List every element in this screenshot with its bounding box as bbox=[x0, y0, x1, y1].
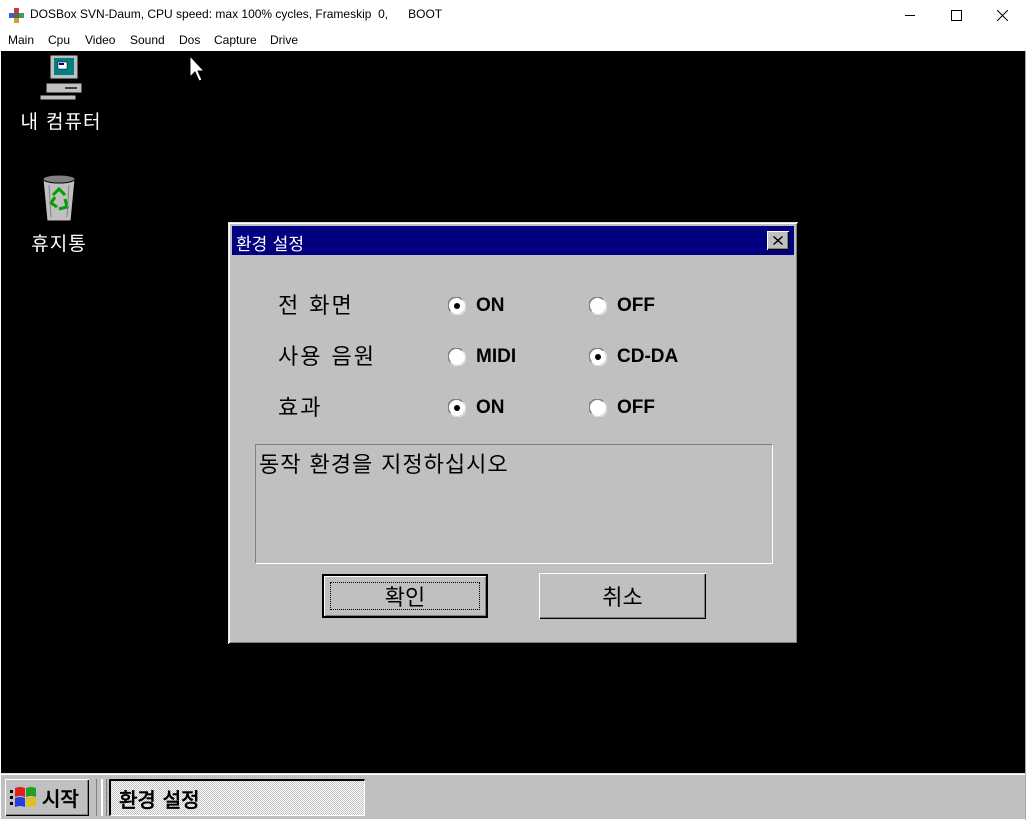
menu-capture[interactable]: Capture bbox=[214, 33, 257, 47]
radio-label: OFF bbox=[617, 295, 655, 316]
close-icon bbox=[773, 236, 783, 245]
radio-unchecked-icon bbox=[448, 348, 466, 366]
radio-label: ON bbox=[476, 397, 505, 418]
radio-checked-icon bbox=[448, 297, 466, 315]
recycle-bin-icon bbox=[42, 174, 76, 222]
settings-dialog: 환경 설정 전 화면 ON OFF 사용 음원 MIDI CD-DA 효과 ON… bbox=[228, 222, 798, 644]
message-box: 동작 환경을 지정하십시오 bbox=[255, 444, 773, 564]
fullscreen-off-radio[interactable]: OFF bbox=[589, 295, 655, 317]
radio-label: ON bbox=[476, 295, 505, 316]
sound-cdda-radio[interactable]: CD-DA bbox=[589, 346, 678, 368]
minimize-button[interactable] bbox=[887, 0, 933, 31]
taskbar: 시작 환경 설정 bbox=[1, 773, 1025, 819]
effects-label: 효과 bbox=[278, 396, 323, 421]
fullscreen-on-radio[interactable]: ON bbox=[448, 295, 505, 317]
radio-checked-icon bbox=[448, 399, 466, 417]
effects-off-radio[interactable]: OFF bbox=[589, 397, 655, 419]
task-button-label: 환경 설정 bbox=[119, 787, 200, 812]
minimize-icon bbox=[904, 15, 915, 16]
desktop-icon-label: 내 컴퓨터 bbox=[20, 111, 102, 133]
taskbar-divider bbox=[102, 779, 107, 816]
fullscreen-label: 전 화면 bbox=[278, 294, 354, 319]
mouse-cursor-icon bbox=[189, 55, 205, 82]
my-computer-icon bbox=[39, 54, 83, 101]
menu-drive[interactable]: Drive bbox=[270, 33, 298, 47]
radio-unchecked-icon bbox=[589, 297, 607, 315]
focus-rectangle bbox=[330, 582, 480, 610]
maximize-icon bbox=[950, 10, 962, 21]
emulator-screen[interactable]: 내 컴퓨터 휴지통 환경 설정 전 화면 ON OFF 사용 음원 MIDI C… bbox=[1, 51, 1025, 819]
task-button-settings[interactable]: 환경 설정 bbox=[109, 779, 365, 816]
desktop-icon-label: 휴지통 bbox=[31, 233, 87, 255]
start-button[interactable]: 시작 bbox=[5, 779, 89, 816]
windows-logo-icon bbox=[10, 786, 36, 807]
menu-main[interactable]: Main bbox=[8, 33, 34, 47]
message-text: 동작 환경을 지정하십시오 bbox=[259, 453, 509, 478]
desktop-icon-recycle-bin[interactable]: 휴지통 bbox=[9, 173, 109, 256]
sound-source-label: 사용 음원 bbox=[278, 345, 376, 370]
host-window-title: DOSBox SVN-Daum, CPU speed: max 100% cyc… bbox=[30, 7, 443, 21]
dialog-title: 환경 설정 bbox=[236, 235, 304, 255]
ok-button[interactable]: 확인 bbox=[322, 574, 488, 618]
maximize-button[interactable] bbox=[933, 0, 979, 31]
desktop-icon-my-computer[interactable]: 내 컴퓨터 bbox=[11, 53, 111, 134]
dialog-title-bar[interactable]: 환경 설정 bbox=[232, 226, 794, 255]
radio-label: OFF bbox=[617, 397, 655, 418]
host-menu-bar: Main Cpu Video Sound Dos Capture Drive bbox=[0, 31, 1026, 51]
sound-midi-radio[interactable]: MIDI bbox=[448, 346, 516, 368]
menu-video[interactable]: Video bbox=[85, 33, 115, 47]
close-button[interactable] bbox=[979, 0, 1025, 31]
host-title-bar: DOSBox SVN-Daum, CPU speed: max 100% cyc… bbox=[0, 0, 1026, 31]
radio-label: MIDI bbox=[476, 346, 517, 367]
cancel-button-label: 취소 bbox=[602, 586, 643, 611]
effects-on-radio[interactable]: ON bbox=[448, 397, 505, 419]
cancel-button[interactable]: 취소 bbox=[539, 573, 706, 619]
dialog-close-button[interactable] bbox=[767, 231, 789, 250]
radio-unchecked-icon bbox=[589, 399, 607, 417]
menu-sound[interactable]: Sound bbox=[130, 33, 165, 47]
menu-dos[interactable]: Dos bbox=[179, 33, 200, 47]
start-label: 시작 bbox=[42, 787, 79, 811]
radio-checked-icon bbox=[589, 348, 607, 366]
close-icon bbox=[996, 10, 1008, 21]
menu-cpu[interactable]: Cpu bbox=[48, 33, 70, 47]
radio-label: CD-DA bbox=[617, 346, 679, 367]
dosbox-app-icon bbox=[9, 8, 24, 23]
